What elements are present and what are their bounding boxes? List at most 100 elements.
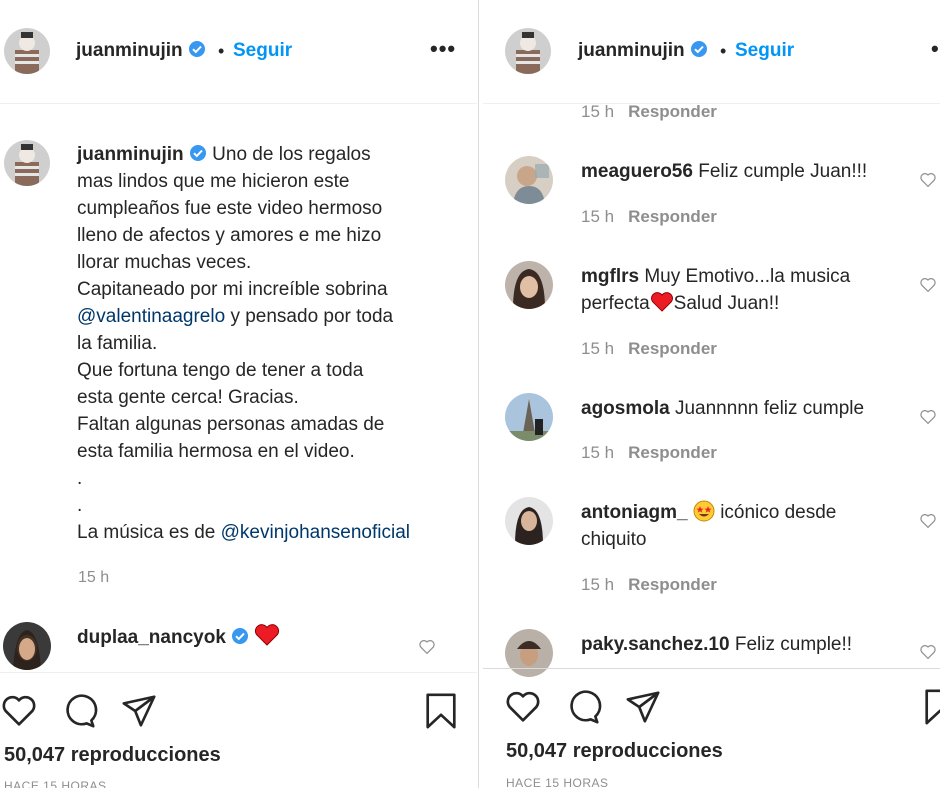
caption-timestamp[interactable]: 15 h: [78, 569, 109, 587]
actions-divider: [483, 668, 940, 669]
comment-username[interactable]: paky.sanchez.10: [581, 634, 730, 655]
comment-icon[interactable]: [60, 692, 98, 730]
like-comment-icon[interactable]: [919, 171, 937, 189]
comment-avatar[interactable]: [505, 629, 553, 677]
comment-body: Muy Emotivo...la musica: [644, 266, 851, 287]
comment-avatar[interactable]: [505, 156, 553, 204]
caption-line: Faltan algunas personas amadas de: [77, 414, 385, 435]
profile-avatar[interactable]: [4, 28, 50, 74]
caption-line: esta gente cerca! Gracias.: [77, 387, 299, 408]
comment-body: Salud Juan!!: [673, 293, 780, 314]
comment-time[interactable]: 15 h: [581, 575, 614, 594]
caption-line: .: [77, 468, 83, 489]
verified-badge-icon: [188, 41, 205, 57]
caption-line: La música es de: [77, 522, 221, 543]
caption-line: esta familia hermosa en el video.: [77, 441, 355, 462]
username-text[interactable]: juanminujin: [76, 40, 183, 61]
heart-emoji-icon: [650, 292, 673, 312]
caption-line: Que fortuna tengo de tener a toda: [77, 360, 364, 381]
like-comment-icon[interactable]: [919, 408, 937, 426]
more-options-button[interactable]: •••: [430, 36, 456, 62]
panel-divider: [478, 0, 482, 788]
caption-username[interactable]: juanminujin: [77, 144, 184, 165]
more-options-button[interactable]: •••: [931, 36, 940, 62]
reply-button[interactable]: Responder: [628, 443, 717, 462]
comment-username[interactable]: antoniagm_: [581, 502, 688, 523]
post-header-username[interactable]: juanminujin: [578, 40, 708, 62]
comment-time[interactable]: 15 h: [581, 102, 614, 121]
heart-emoji-icon: [255, 624, 280, 646]
caption-line: cumpleaños fue este video hermoso: [77, 198, 383, 219]
comment-body: perfecta: [581, 293, 650, 314]
comment-avatar[interactable]: [505, 393, 553, 441]
comment-meta: 15 h Responder: [581, 207, 717, 227]
verified-badge-icon: [232, 628, 249, 644]
views-count[interactable]: 50,047 reproducciones: [506, 740, 723, 763]
comment-meta: 15 h Responder: [581, 339, 717, 359]
mention-link[interactable]: @kevinjohansenoficial: [221, 522, 410, 543]
posted-ago: HACE 15 HORAS: [506, 776, 609, 788]
caption-line: lleno de afectos y amores e me hizo: [77, 225, 382, 246]
follow-button[interactable]: Seguir: [735, 40, 794, 62]
like-comment-icon[interactable]: [919, 643, 937, 661]
actions-divider: [0, 672, 477, 673]
comment-body: chiquito: [581, 529, 647, 550]
comment-text: antoniagm_ icónico desde chiquito: [581, 499, 911, 553]
caption-avatar[interactable]: [4, 140, 50, 186]
comment-username[interactable]: duplaa_nancyok: [77, 627, 226, 648]
share-icon[interactable]: [120, 692, 158, 730]
comment-meta: 15 h Responder: [581, 443, 717, 463]
post-panel-right: juanminujin • Seguir ••• 15 h Responder m…: [483, 0, 940, 788]
like-comment-icon[interactable]: [919, 276, 937, 294]
caption-line: Uno de los regalos: [212, 144, 371, 165]
caption-line: Capitaneado por mi increíble sobrina: [77, 279, 388, 300]
comment-username[interactable]: agosmola: [581, 398, 670, 419]
post-caption: juanminujin Uno de los regalos mas lindo…: [77, 141, 467, 546]
like-comment-icon[interactable]: [418, 638, 436, 656]
comment-body: Feliz cumple!!: [734, 634, 853, 655]
comment-meta: 15 h Responder: [581, 102, 717, 122]
like-icon[interactable]: [504, 688, 542, 726]
comment-avatar[interactable]: [505, 261, 553, 309]
comment-icon[interactable]: [564, 688, 602, 726]
reply-button[interactable]: Responder: [628, 102, 717, 121]
caption-line: llorar muchas veces.: [77, 252, 252, 273]
comment-username[interactable]: meaguero56: [581, 161, 693, 182]
verified-badge-icon: [690, 41, 707, 57]
comment-text: mgflrs Muy Emotivo...la musica perfecta S…: [581, 263, 911, 317]
separator-dot: •: [720, 41, 727, 61]
comment-avatar[interactable]: [3, 622, 51, 670]
like-icon[interactable]: [0, 692, 38, 730]
verified-badge-icon: [189, 145, 206, 161]
comment-time[interactable]: 15 h: [581, 443, 614, 462]
username-text[interactable]: juanminujin: [578, 40, 685, 61]
share-icon[interactable]: [624, 688, 662, 726]
comment-time[interactable]: 15 h: [581, 207, 614, 226]
reply-button[interactable]: Responder: [628, 575, 717, 594]
comment-text: paky.sanchez.10 Feliz cumple!!: [581, 631, 911, 658]
like-comment-icon[interactable]: [919, 512, 937, 530]
comment-username[interactable]: mgflrs: [581, 266, 639, 287]
follow-button[interactable]: Seguir: [233, 40, 292, 62]
profile-avatar[interactable]: [505, 28, 551, 74]
post-panel-left: juanminujin • Seguir ••• juanminujin Uno…: [0, 0, 477, 788]
comment-body: Juannnnn feliz cumple: [674, 398, 865, 419]
caption-line: .: [77, 495, 83, 516]
mention-link[interactable]: @valentinaagrelo: [77, 306, 225, 327]
separator-dot: •: [218, 41, 225, 61]
star-eyes-emoji-icon: [693, 500, 715, 522]
reply-button[interactable]: Responder: [628, 339, 717, 358]
save-icon[interactable]: [921, 688, 940, 726]
comment-avatar[interactable]: [505, 497, 553, 545]
caption-line: y pensado por toda: [225, 306, 394, 327]
comment-time[interactable]: 15 h: [581, 339, 614, 358]
comment-meta: 15 h Responder: [581, 575, 717, 595]
post-header-username[interactable]: juanminujin: [76, 40, 206, 62]
views-count[interactable]: 50,047 reproducciones: [4, 744, 221, 767]
header-divider: [0, 103, 477, 104]
posted-ago: HACE 15 HORAS: [4, 779, 107, 788]
comment-text: agosmola Juannnnn feliz cumple: [581, 395, 911, 422]
comment-body: icónico desde: [720, 502, 837, 523]
save-icon[interactable]: [422, 692, 460, 730]
reply-button[interactable]: Responder: [628, 207, 717, 226]
